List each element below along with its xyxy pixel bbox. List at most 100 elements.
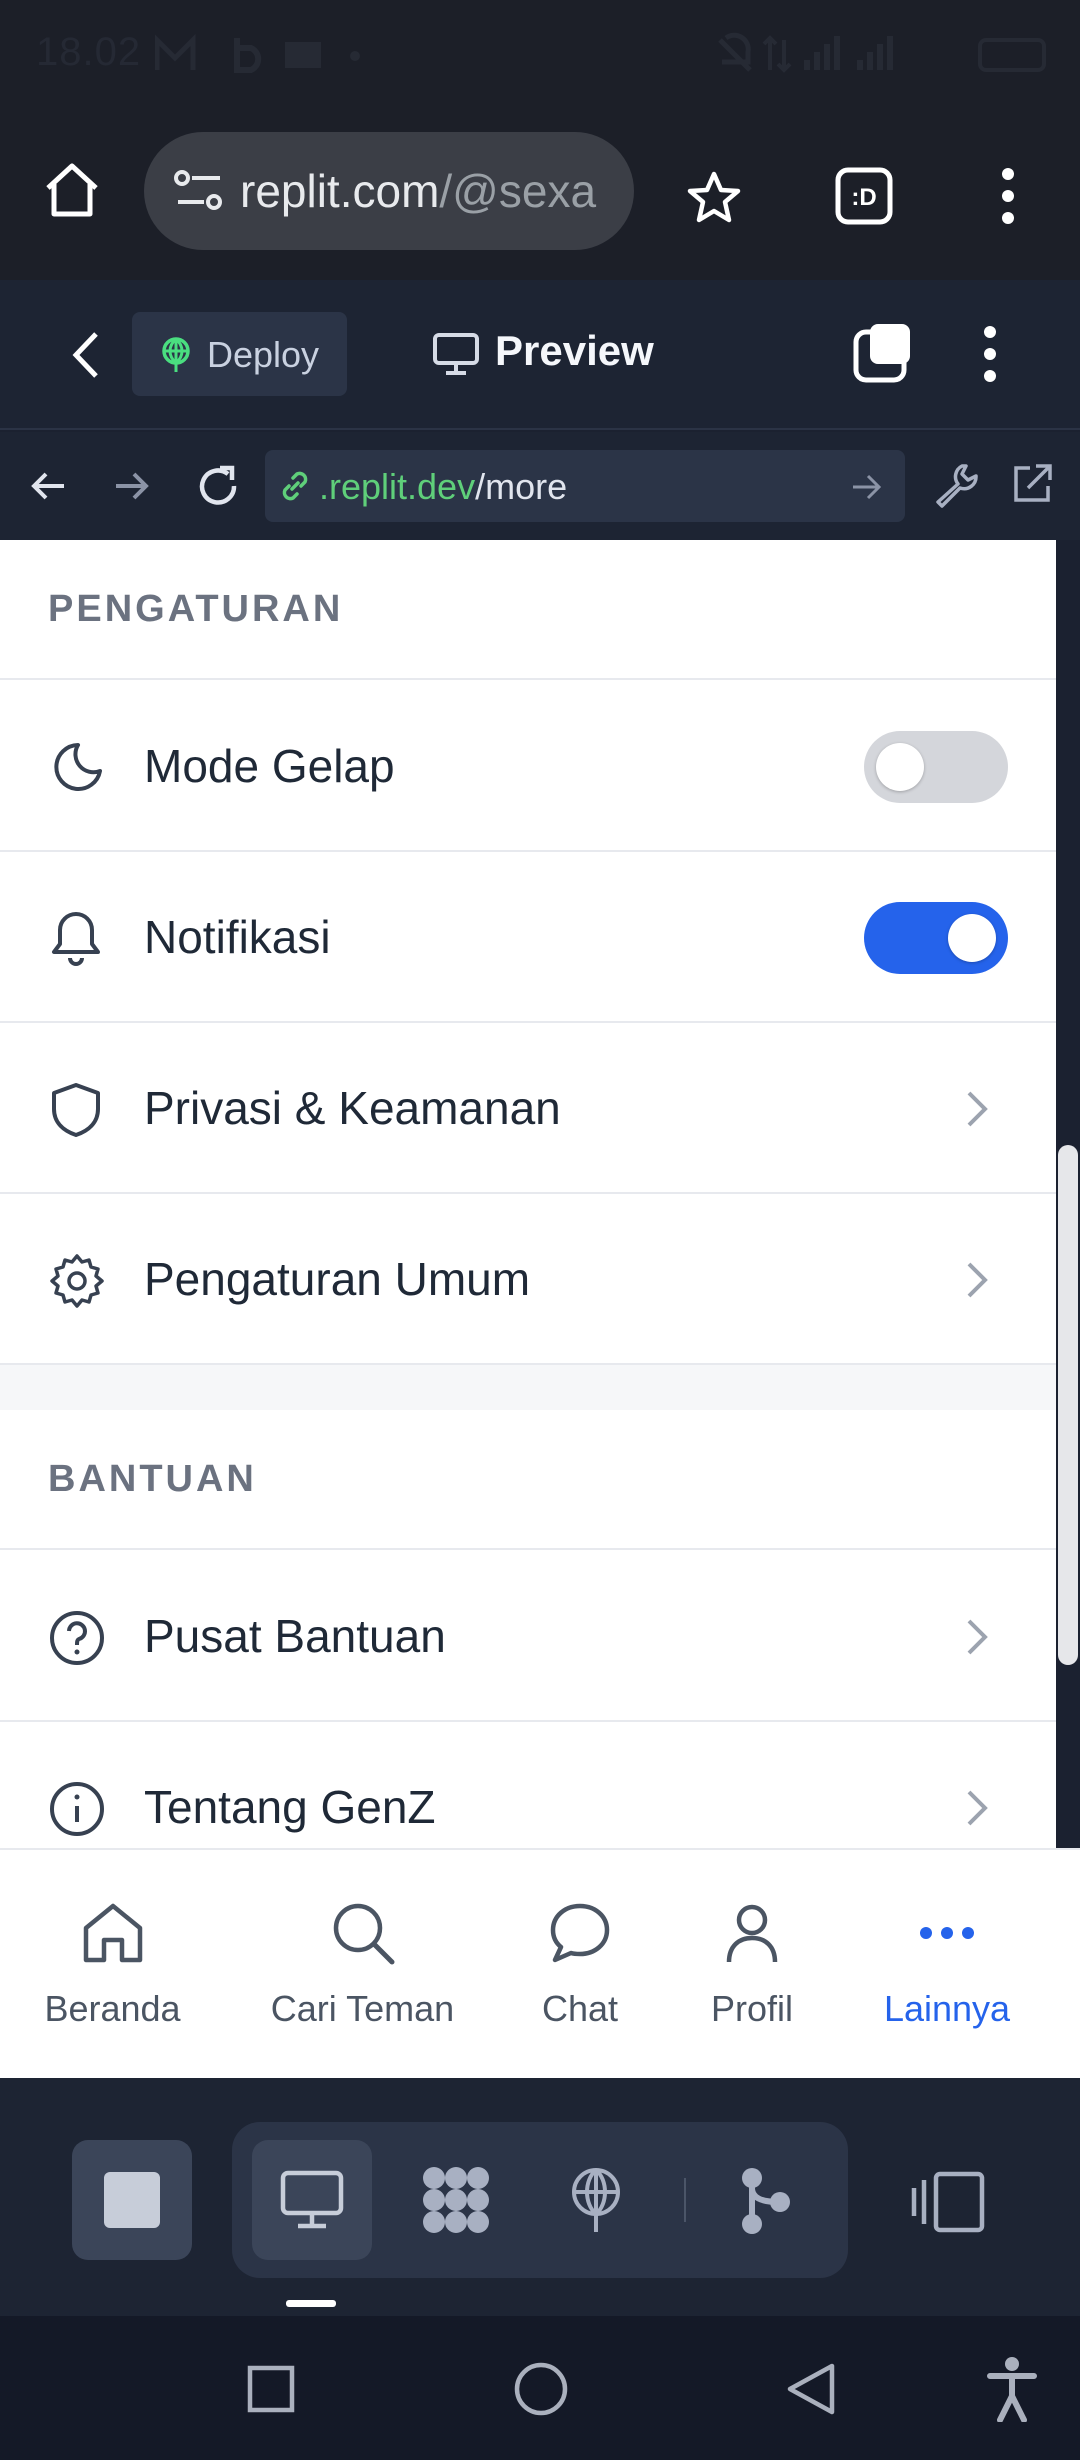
- help-center-label: Pusat Bantuan: [144, 1610, 446, 1662]
- stop-button[interactable]: [72, 2140, 192, 2260]
- privacy-label: Privasi & Keamanan: [144, 1082, 561, 1134]
- section-header-help: BANTUAN: [0, 1410, 1056, 1550]
- go-arrow-icon[interactable]: [851, 472, 883, 502]
- content-scrollbar[interactable]: [1058, 1145, 1078, 1665]
- monitor-icon: [433, 333, 479, 375]
- settings-content[interactable]: PENGATURAN Mode Gelap Notifikasi Privasi…: [0, 540, 1056, 1848]
- status-time: 18.02: [36, 30, 142, 74]
- browser-toolbar: replit.com/@sexa :D: [0, 110, 1080, 280]
- bottom-navigation: Beranda Cari Teman Chat Profil Lainnya: [0, 1848, 1080, 2078]
- site-settings-icon[interactable]: [174, 168, 224, 214]
- url-path: /@sexa: [439, 165, 597, 217]
- system-back-icon[interactable]: [784, 2360, 838, 2418]
- webview-url: .replit.dev/more: [319, 466, 567, 508]
- webview-url-path: /more: [475, 466, 568, 507]
- nav-search-label: Cari Teman: [270, 1988, 455, 2029]
- browser-menu-icon[interactable]: [998, 166, 1018, 226]
- more-horizontal-icon: [920, 1927, 974, 1939]
- tool-preview-button[interactable]: [252, 2140, 372, 2260]
- deploy-button[interactable]: Deploy: [132, 312, 347, 396]
- toggle-knob: [948, 914, 996, 962]
- section-header-settings: PENGATURAN: [0, 540, 1056, 680]
- nav-chat[interactable]: Chat: [520, 1850, 640, 2050]
- section-divider: [0, 1365, 1056, 1410]
- tool-git-button[interactable]: [704, 2140, 824, 2260]
- address-bar[interactable]: replit.com/@sexa: [144, 132, 634, 250]
- chat-bubble-icon: [550, 1903, 610, 1963]
- recents-icon[interactable]: [246, 2364, 296, 2414]
- webview-forward-icon[interactable]: [112, 466, 152, 506]
- bookmark-star-icon[interactable]: [686, 170, 742, 226]
- info-circle-icon: [50, 1782, 104, 1836]
- apps-grid-icon: [423, 2167, 489, 2233]
- stop-icon: [104, 2172, 160, 2228]
- status-notification-icons: [155, 34, 360, 73]
- dark-mode-label: Mode Gelap: [144, 740, 395, 792]
- notifications-label: Notifikasi: [144, 911, 331, 963]
- preview-label: Preview: [495, 327, 654, 374]
- back-chevron-icon[interactable]: [68, 330, 104, 380]
- home-nav-icon: [83, 1903, 142, 1963]
- replit-menu-icon[interactable]: [980, 324, 1000, 384]
- section-title-settings: PENGATURAN: [48, 588, 344, 630]
- row-privacy[interactable]: Privasi & Keamanan: [0, 1023, 1056, 1194]
- workspace-tab-indicator: [286, 2300, 336, 2307]
- row-notifications[interactable]: Notifikasi: [0, 852, 1056, 1023]
- row-dark-mode[interactable]: Mode Gelap: [0, 681, 1056, 852]
- row-about[interactable]: Tentang GenZ: [0, 1722, 1056, 1848]
- shield-icon: [52, 1083, 100, 1137]
- tool-deploy-button[interactable]: [536, 2140, 656, 2260]
- deploy-label: Deploy: [207, 334, 320, 375]
- webview-url-host: .replit.dev: [319, 466, 476, 507]
- system-navigation-bar: [0, 2316, 1080, 2460]
- tabs-pane-icon[interactable]: [852, 322, 916, 386]
- webview-back-icon[interactable]: [28, 466, 68, 506]
- replit-workspace-toolbar: [0, 2078, 1080, 2316]
- deploy-globe-icon: [162, 337, 190, 372]
- toggle-knob: [876, 743, 924, 791]
- layout-toggle-icon[interactable]: [910, 2170, 986, 2234]
- git-branch-icon: [742, 2168, 790, 2234]
- tab-switcher-icon[interactable]: :D: [834, 166, 894, 226]
- deploy-globe-icon: [572, 2168, 620, 2232]
- chevron-right-icon: [967, 1790, 988, 1826]
- system-home-icon[interactable]: [512, 2360, 570, 2418]
- search-icon: [333, 1903, 394, 1965]
- row-help-center[interactable]: Pusat Bantuan: [0, 1551, 1056, 1722]
- about-label: Tentang GenZ: [144, 1781, 436, 1833]
- nav-home[interactable]: Beranda: [20, 1850, 205, 2050]
- monitor-icon: [280, 2170, 344, 2229]
- url-host: replit.com: [240, 165, 440, 217]
- webview-url-field[interactable]: .replit.dev/more: [265, 450, 905, 522]
- user-icon: [726, 1904, 778, 1963]
- dark-mode-toggle[interactable]: [864, 731, 1008, 803]
- nav-chat-label: Chat: [541, 1988, 619, 2029]
- preview-tab[interactable]: Preview: [430, 312, 670, 396]
- chevron-right-icon: [967, 1262, 988, 1298]
- notifications-toggle[interactable]: [864, 902, 1008, 974]
- toolbar-divider: [684, 2178, 686, 2222]
- tool-apps-button[interactable]: [396, 2140, 516, 2260]
- moon-icon: [54, 743, 102, 791]
- webview-toolbar: .replit.dev/more: [0, 432, 1080, 540]
- nav-more[interactable]: Lainnya: [872, 1850, 1022, 2050]
- svg-text::D: :D: [851, 184, 876, 211]
- nav-profile-label: Profil: [710, 1988, 794, 2029]
- replit-header: Deploy Preview: [0, 280, 1080, 430]
- home-icon[interactable]: [42, 160, 102, 220]
- row-general-settings[interactable]: Pengaturan Umum: [0, 1194, 1056, 1365]
- nav-search[interactable]: Cari Teman: [255, 1850, 470, 2050]
- status-bar: 18.02: [0, 0, 1080, 110]
- general-settings-label: Pengaturan Umum: [144, 1253, 531, 1305]
- accessibility-icon[interactable]: [986, 2356, 1038, 2422]
- open-external-icon[interactable]: [1010, 462, 1054, 506]
- url-text: replit.com/@sexa: [240, 164, 596, 218]
- nav-home-label: Beranda: [44, 1988, 181, 2029]
- gear-icon: [50, 1254, 104, 1308]
- devtools-wrench-icon[interactable]: [932, 460, 980, 508]
- reload-icon[interactable]: [194, 462, 242, 510]
- link-icon: [282, 471, 308, 501]
- bell-icon: [52, 912, 100, 966]
- status-system-icons: [718, 32, 1046, 73]
- nav-profile[interactable]: Profil: [692, 1850, 812, 2050]
